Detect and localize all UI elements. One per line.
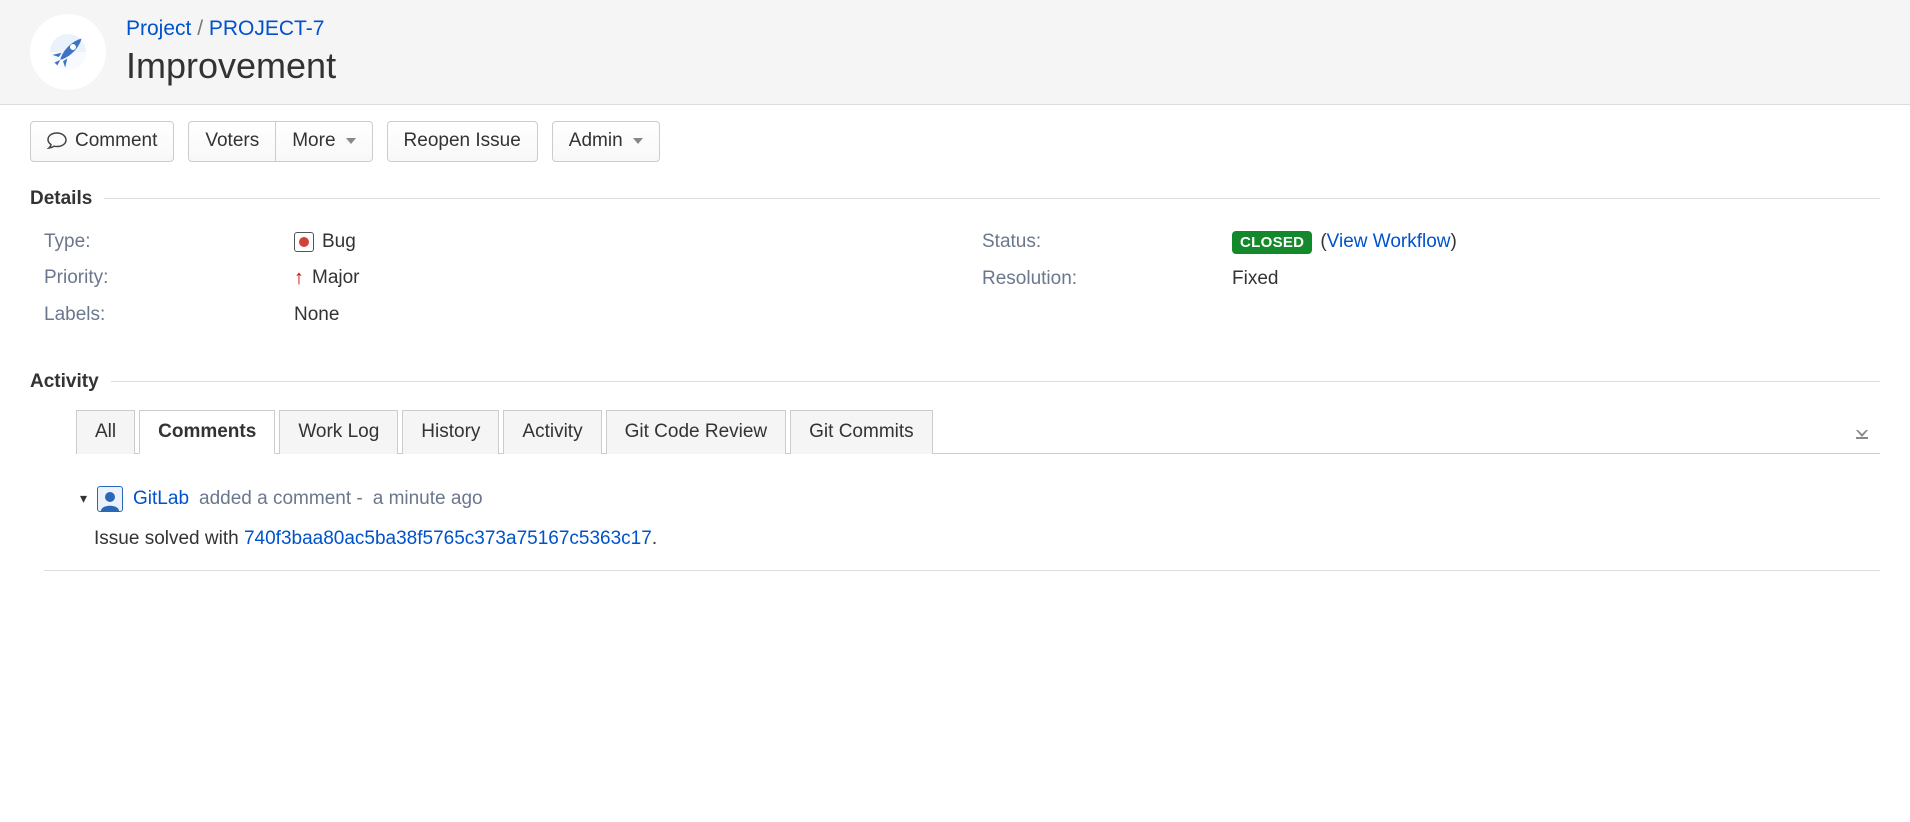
breadcrumb: Project / PROJECT-7 xyxy=(126,17,336,41)
tab-all[interactable]: All xyxy=(76,410,135,454)
chevron-down-icon xyxy=(346,138,356,144)
voters-button[interactable]: Voters xyxy=(188,121,276,162)
details-section-header: Details xyxy=(30,188,1880,210)
action-toolbar: Comment Voters More Reopen Issue Admin xyxy=(30,121,1880,162)
type-value: Bug xyxy=(294,231,356,253)
comments-list: ▾ GitLab added a comment - a minute ago … xyxy=(30,454,1880,571)
priority-value: ↑ Major xyxy=(294,267,360,290)
reopen-issue-button[interactable]: Reopen Issue xyxy=(387,121,538,162)
labels-value: None xyxy=(294,304,339,326)
chevron-down-icon xyxy=(633,138,643,144)
tab-comments[interactable]: Comments xyxy=(139,410,275,454)
page-header: Project / PROJECT-7 Improvement xyxy=(0,0,1910,105)
resolution-label: Resolution: xyxy=(982,268,1232,290)
avatar xyxy=(97,486,123,512)
resolution-value: Fixed xyxy=(1232,268,1278,290)
rocket-icon xyxy=(43,27,93,77)
voters-more-group: Voters More xyxy=(188,121,372,162)
activity-tabs: All Comments Work Log History Activity G… xyxy=(76,409,1880,454)
tab-worklog[interactable]: Work Log xyxy=(279,410,398,454)
breadcrumb-project-link[interactable]: Project xyxy=(126,17,191,40)
tab-git-commits[interactable]: Git Commits xyxy=(790,410,933,454)
arrow-up-icon: ↑ xyxy=(294,267,304,290)
activity-section-header: Activity xyxy=(30,371,1880,393)
comment-button-label: Comment xyxy=(75,130,157,153)
more-button[interactable]: More xyxy=(276,121,372,162)
comment-time: a minute ago xyxy=(373,488,483,510)
details-grid: Type: Bug Priority: ↑ Major Labels: None xyxy=(30,224,1880,333)
comment-button[interactable]: Comment xyxy=(30,121,174,162)
project-avatar xyxy=(30,14,106,90)
comment-action: added a comment - xyxy=(199,488,363,510)
status-badge: CLOSED xyxy=(1232,231,1312,254)
comment-body: Issue solved with 740f3baa80ac5ba38f5765… xyxy=(80,528,1880,550)
admin-button[interactable]: Admin xyxy=(552,121,660,162)
tab-history[interactable]: History xyxy=(402,410,499,454)
comment-author-link[interactable]: GitLab xyxy=(133,488,189,510)
page-title: Improvement xyxy=(126,45,336,87)
breadcrumb-sep: / xyxy=(197,17,209,40)
commit-link[interactable]: 740f3baa80ac5ba38f5765c373a75167c5363c17 xyxy=(244,528,652,549)
comment-item: ▾ GitLab added a comment - a minute ago … xyxy=(44,478,1880,571)
tab-git-code-review[interactable]: Git Code Review xyxy=(606,410,787,454)
bug-icon xyxy=(294,232,314,252)
type-label: Type: xyxy=(44,231,294,253)
status-label: Status: xyxy=(982,231,1232,253)
view-workflow-link[interactable]: View Workflow xyxy=(1327,231,1451,252)
status-value: CLOSED (View Workflow) xyxy=(1232,231,1457,254)
comment-icon xyxy=(47,132,67,150)
labels-label: Labels: xyxy=(44,304,294,326)
tab-activity[interactable]: Activity xyxy=(503,410,601,454)
chevron-down-icon[interactable]: ▾ xyxy=(80,490,87,507)
scroll-down-icon[interactable] xyxy=(1844,418,1880,453)
breadcrumb-issue-link[interactable]: PROJECT-7 xyxy=(209,17,325,40)
priority-label: Priority: xyxy=(44,267,294,289)
